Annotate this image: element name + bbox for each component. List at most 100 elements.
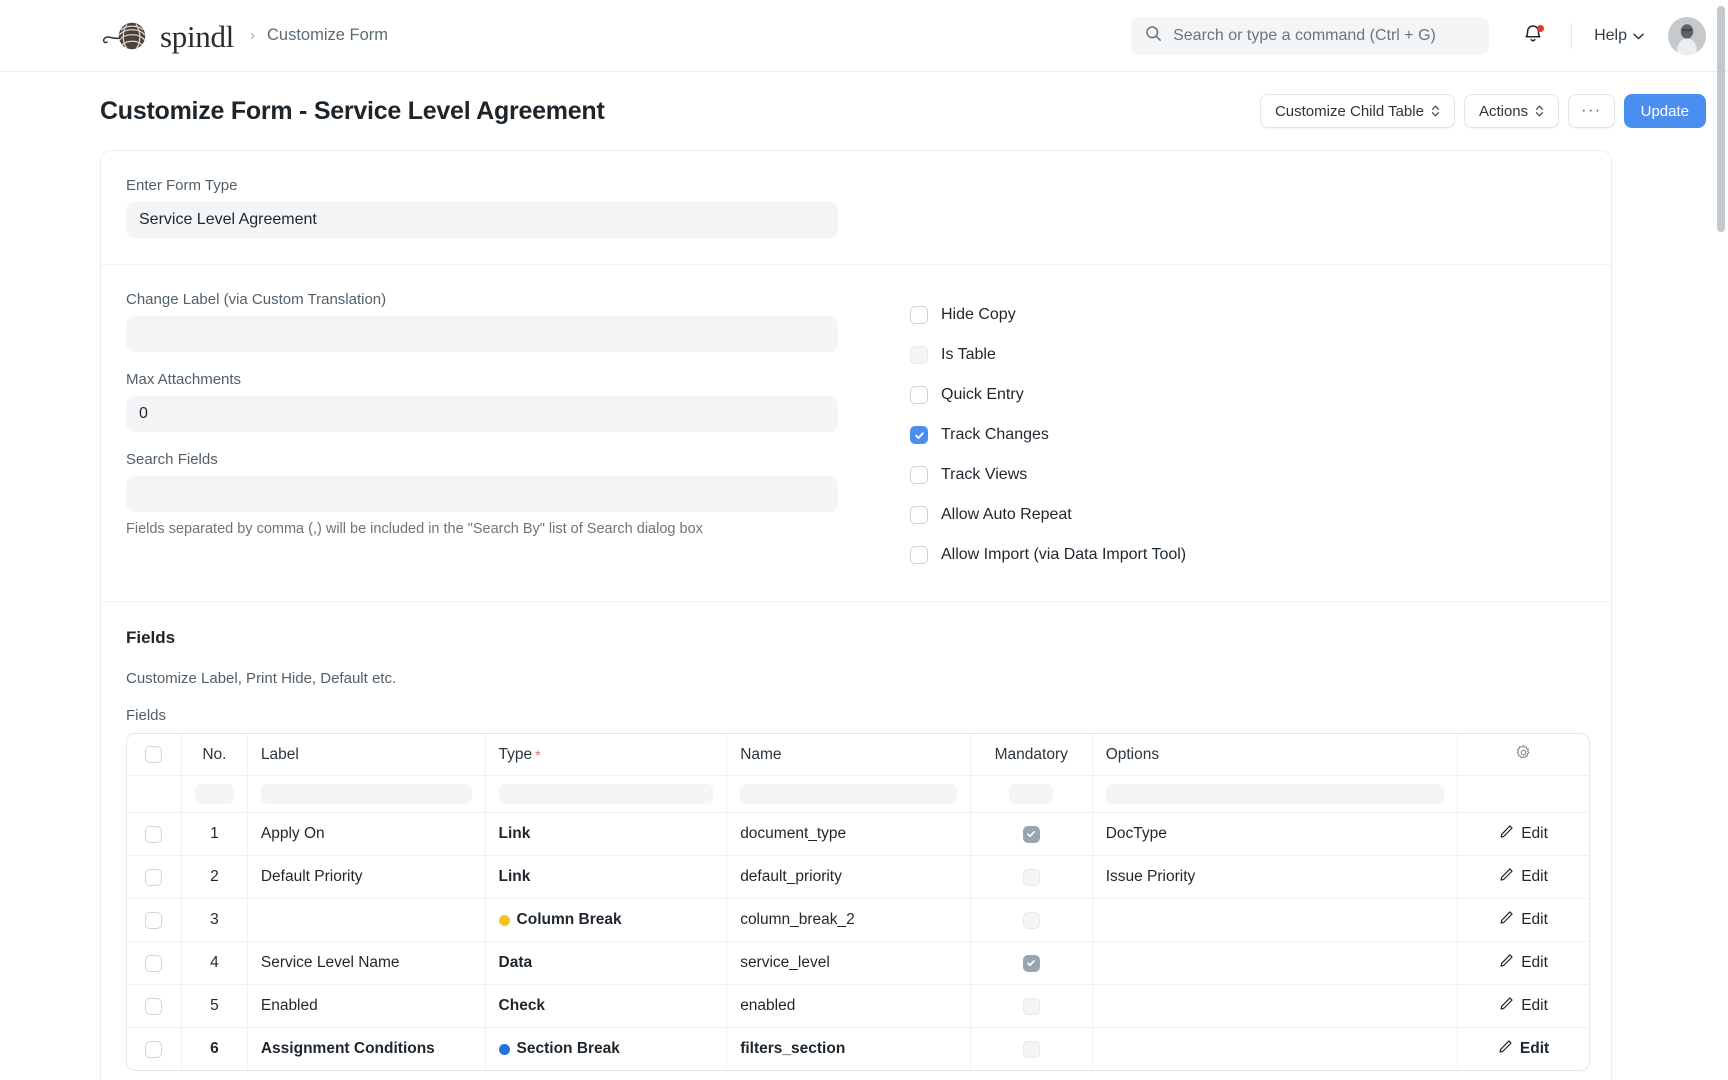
cell-type[interactable]: Section Break: [486, 1028, 728, 1070]
row-edit-button[interactable]: Edit: [1458, 899, 1589, 941]
cell-name[interactable]: enabled: [727, 985, 971, 1027]
filter-options[interactable]: [1093, 776, 1458, 812]
cell-type[interactable]: Check: [486, 985, 728, 1027]
search-input[interactable]: Search or type a command (Ctrl + G): [1131, 17, 1489, 55]
checkbox-input[interactable]: [910, 306, 928, 324]
notifications-button[interactable]: [1511, 16, 1555, 56]
row-select-cell[interactable]: [127, 813, 182, 855]
cell-mandatory[interactable]: [971, 813, 1093, 855]
mandatory-checkbox[interactable]: [1023, 869, 1040, 886]
checkbox-row-allow-import-via-data-import-tool[interactable]: Allow Import (via Data Import Tool): [910, 535, 1186, 575]
filter-no[interactable]: [182, 776, 248, 812]
checkbox-input[interactable]: [910, 466, 928, 484]
row-select-cell[interactable]: [127, 899, 182, 941]
row-select-cell[interactable]: [127, 856, 182, 898]
max-attachments-input[interactable]: 0: [126, 396, 838, 432]
mandatory-checkbox[interactable]: [1023, 826, 1040, 843]
filter-label[interactable]: [248, 776, 486, 812]
customize-child-table-button[interactable]: Customize Child Table: [1260, 94, 1455, 128]
filter-type[interactable]: [486, 776, 728, 812]
cell-label[interactable]: [248, 899, 486, 941]
checkbox-input[interactable]: [910, 386, 928, 404]
table-row[interactable]: 2Default PriorityLinkdefault_priorityIss…: [127, 856, 1589, 899]
checkbox-row-allow-auto-repeat[interactable]: Allow Auto Repeat: [910, 495, 1186, 535]
breadcrumb[interactable]: Customize Form: [267, 26, 388, 45]
cell-options[interactable]: [1093, 942, 1458, 984]
row-edit-button[interactable]: Edit: [1458, 856, 1589, 898]
edit-label: Edit: [1521, 997, 1548, 1015]
more-options-button[interactable]: ···: [1568, 94, 1614, 128]
avatar[interactable]: [1668, 17, 1706, 55]
row-select-checkbox[interactable]: [145, 998, 162, 1015]
cell-label[interactable]: Service Level Name: [248, 942, 486, 984]
checkbox-row-quick-entry[interactable]: Quick Entry: [910, 375, 1186, 415]
grid-settings-button[interactable]: [1458, 734, 1589, 775]
mandatory-checkbox[interactable]: [1023, 912, 1040, 929]
mandatory-checkbox[interactable]: [1023, 1041, 1040, 1058]
cell-type[interactable]: Link: [486, 856, 728, 898]
row-edit-button[interactable]: Edit: [1458, 942, 1589, 984]
row-select-cell[interactable]: [127, 985, 182, 1027]
cell-options[interactable]: DocType: [1093, 813, 1458, 855]
search-fields-input[interactable]: [126, 476, 838, 512]
cell-label[interactable]: Default Priority: [248, 856, 486, 898]
filter-mandatory[interactable]: [971, 776, 1093, 812]
brand-logo[interactable]: spindl: [96, 19, 234, 53]
cell-type[interactable]: Link: [486, 813, 728, 855]
checkbox-input[interactable]: [910, 346, 928, 364]
cell-type[interactable]: Data: [486, 942, 728, 984]
page-scrollbar[interactable]: [1717, 6, 1725, 232]
help-menu-button[interactable]: Help: [1588, 23, 1650, 49]
cell-mandatory[interactable]: [971, 942, 1093, 984]
row-select-cell[interactable]: [127, 1028, 182, 1070]
cell-options[interactable]: Issue Priority: [1093, 856, 1458, 898]
row-edit-button[interactable]: Edit: [1458, 985, 1589, 1027]
cell-label[interactable]: Enabled: [248, 985, 486, 1027]
filter-name[interactable]: [727, 776, 971, 812]
checkbox-row-is-table[interactable]: Is Table: [910, 335, 1186, 375]
cell-options[interactable]: [1093, 1028, 1458, 1070]
cell-name[interactable]: default_priority: [727, 856, 971, 898]
row-select-checkbox[interactable]: [145, 912, 162, 929]
mandatory-checkbox[interactable]: [1023, 998, 1040, 1015]
checkbox-row-track-views[interactable]: Track Views: [910, 455, 1186, 495]
table-row[interactable]: 1Apply OnLinkdocument_typeDocTypeEdit: [127, 813, 1589, 856]
form-type-input[interactable]: Service Level Agreement: [126, 202, 838, 238]
update-button[interactable]: Update: [1624, 94, 1706, 128]
row-select-checkbox[interactable]: [145, 826, 162, 843]
column-header-options: Options: [1093, 734, 1458, 775]
cell-label[interactable]: Apply On: [248, 813, 486, 855]
cell-mandatory[interactable]: [971, 1028, 1093, 1070]
row-select-checkbox[interactable]: [145, 869, 162, 886]
checkbox-input[interactable]: [910, 426, 928, 444]
mandatory-checkbox[interactable]: [1023, 955, 1040, 972]
change-label-input[interactable]: [126, 316, 838, 352]
cell-name[interactable]: service_level: [727, 942, 971, 984]
row-select-checkbox[interactable]: [145, 955, 162, 972]
table-row[interactable]: 5EnabledCheckenabledEdit: [127, 985, 1589, 1028]
cell-label[interactable]: Assignment Conditions: [248, 1028, 486, 1070]
checkbox-input[interactable]: [910, 546, 928, 564]
checkbox-row-track-changes[interactable]: Track Changes: [910, 415, 1186, 455]
cell-type[interactable]: Column Break: [486, 899, 728, 941]
row-select-checkbox[interactable]: [145, 1041, 162, 1058]
cell-options[interactable]: [1093, 899, 1458, 941]
row-edit-button[interactable]: Edit: [1458, 813, 1589, 855]
cell-mandatory[interactable]: [971, 985, 1093, 1027]
checkbox-input[interactable]: [910, 506, 928, 524]
table-row[interactable]: 3Column Breakcolumn_break_2Edit: [127, 899, 1589, 942]
row-select-cell[interactable]: [127, 942, 182, 984]
table-row[interactable]: 4Service Level NameDataservice_levelEdit: [127, 942, 1589, 985]
cell-mandatory[interactable]: [971, 899, 1093, 941]
cell-mandatory[interactable]: [971, 856, 1093, 898]
row-edit-button[interactable]: Edit: [1458, 1028, 1589, 1070]
cell-name[interactable]: column_break_2: [727, 899, 971, 941]
cell-name[interactable]: filters_section: [727, 1028, 971, 1070]
select-all-checkbox[interactable]: [145, 746, 162, 763]
actions-button[interactable]: Actions: [1464, 94, 1559, 128]
cell-name[interactable]: document_type: [727, 813, 971, 855]
table-row[interactable]: 6Assignment ConditionsSection Breakfilte…: [127, 1028, 1589, 1070]
cell-options[interactable]: [1093, 985, 1458, 1027]
checkbox-row-hide-copy[interactable]: Hide Copy: [910, 295, 1186, 335]
select-all-cell[interactable]: [127, 734, 182, 775]
